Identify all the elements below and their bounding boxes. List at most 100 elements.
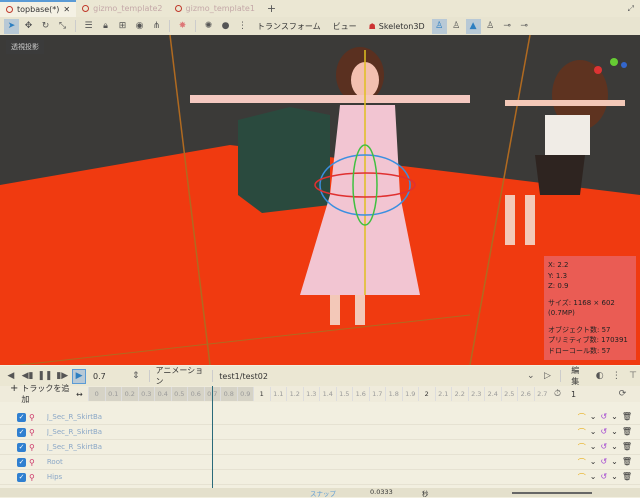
chevron-down-icon[interactable]: ⌄ (611, 457, 618, 468)
skeleton-menu[interactable]: ☗ Skeleton3D (364, 22, 430, 31)
pause-icon[interactable]: ❚❚ (37, 369, 52, 384)
interpolation-icon[interactable]: ⌒ (578, 427, 586, 438)
timeline-tick: 0.9 (236, 387, 253, 401)
interpolation-icon[interactable]: ⌒ (578, 442, 586, 453)
pin-icon[interactable]: ⊤ (626, 369, 640, 384)
timeline-tick: 1.5 (335, 387, 353, 401)
trash-icon[interactable]: 🗑︎ (622, 427, 632, 438)
play-icon[interactable]: ▶ (72, 368, 86, 384)
length-input[interactable]: 1 (565, 390, 615, 399)
chevron-down-icon[interactable]: ⌄ (590, 442, 597, 453)
interpolation-icon[interactable]: ⌒ (578, 412, 586, 423)
skeleton-icon: ☗ (368, 21, 376, 31)
bone-rest-icon[interactable]: ♙ (449, 19, 464, 34)
bone-icon: ⚲ (29, 442, 35, 452)
trash-icon[interactable]: 🗑︎ (622, 412, 632, 423)
bone-select-icon[interactable]: ♙ (431, 18, 447, 34)
timeline-tick: 1.7 (368, 387, 386, 401)
move-tool-icon[interactable]: ✥ (21, 19, 36, 34)
track-checkbox[interactable]: ✓ (17, 442, 26, 452)
snap-icon[interactable]: ⋔ (149, 19, 164, 34)
timeline-tick: 1 (253, 387, 270, 401)
play-from-start-icon[interactable]: ▮▶ (55, 369, 69, 384)
chevron-down-icon[interactable]: ⌄ (590, 412, 597, 423)
bone-move-icon[interactable]: ▲ (465, 18, 481, 34)
chevron-down-icon[interactable]: ⌄ (611, 427, 618, 438)
play-backward-from-end-icon[interactable]: ◀▮ (21, 369, 35, 384)
timeline-ruler[interactable]: 00.10.20.30.40.50.60.70.80.911.11.21.31.… (88, 387, 550, 401)
more-icon[interactable]: ⋮ (235, 19, 250, 34)
tab-gizmo-template1[interactable]: gizmo_template1 (169, 0, 261, 17)
onion-skin-icon[interactable]: ◐ (593, 369, 607, 384)
edit-menu[interactable]: 編集 (567, 365, 590, 387)
trash-icon[interactable]: 🗑︎ (622, 472, 632, 483)
zoom-slider[interactable] (512, 492, 592, 494)
tab-topbase[interactable]: topbase(*) ✕ (0, 0, 77, 17)
green-box (238, 107, 330, 213)
track-row[interactable]: ✓ ⚲ J_Sec_R_SkirtBa ⌒ ⌄ ↺ ⌄ 🗑︎ (0, 425, 640, 440)
track-checkbox[interactable]: ✓ (17, 427, 26, 437)
sun-icon[interactable]: ✸ (175, 19, 190, 34)
rotate-tool-icon[interactable]: ↻ (38, 19, 53, 34)
more-icon[interactable]: ⋮ (610, 369, 624, 384)
loop-mode-icon[interactable]: ↺ (600, 427, 607, 438)
play-backward-icon[interactable]: ◀ (4, 369, 18, 384)
interpolation-icon[interactable]: ⌒ (578, 457, 586, 468)
chevron-down-icon[interactable]: ⌄ (611, 412, 618, 423)
key-icon[interactable]: ⊸ (500, 19, 515, 34)
bone-pose-icon[interactable]: ♙ (483, 19, 498, 34)
track-checkbox[interactable]: ✓ (17, 457, 26, 467)
track-row[interactable]: ✓ ⚲ Root ⌒ ⌄ ↺ ⌄ 🗑︎ (0, 455, 640, 470)
scale-tool-icon[interactable]: ⤡ (55, 19, 70, 34)
trash-icon[interactable]: 🗑︎ (622, 457, 632, 468)
timeline-tick: 1.3 (302, 387, 320, 401)
chevron-down-icon[interactable]: ⌄ (590, 457, 597, 468)
chevron-down-icon[interactable]: ⌄ (524, 369, 538, 384)
time-input[interactable]: 0.7 (89, 372, 126, 381)
zoom-fit-icon[interactable]: ↔ (76, 390, 88, 399)
light-icon[interactable]: ✺ (201, 19, 216, 34)
trash-icon[interactable]: 🗑︎ (622, 442, 632, 453)
bottom-bar: スナップ 0.0333 秒 (0, 488, 640, 498)
track-checkbox[interactable]: ✓ (17, 472, 26, 482)
timeline-tick: 2.4 (484, 387, 501, 401)
local-space-icon[interactable]: ◉ (132, 19, 147, 34)
spinner-icon[interactable]: ⇕ (129, 369, 143, 384)
loop-mode-icon[interactable]: ↺ (600, 412, 607, 423)
autoplay-icon[interactable]: ▷ (541, 369, 555, 384)
bone-icon: ⚲ (29, 427, 35, 437)
loop-mode-icon[interactable]: ↺ (600, 457, 607, 468)
add-track-button[interactable]: + トラックを追加 (0, 383, 76, 405)
track-row[interactable]: ✓ ⚲ J_Sec_R_SkirtBa ⌒ ⌄ ↺ ⌄ 🗑︎ (0, 440, 640, 455)
add-tab-button[interactable]: + (261, 0, 282, 17)
chevron-down-icon[interactable]: ⌄ (611, 472, 618, 483)
environment-icon[interactable]: ● (218, 19, 233, 34)
timer-icon[interactable]: ⏱ (550, 387, 565, 402)
group-icon[interactable]: ⊞ (115, 19, 130, 34)
chevron-down-icon[interactable]: ⌄ (590, 427, 597, 438)
chevron-down-icon[interactable]: ⌄ (590, 472, 597, 483)
select-tool-icon[interactable]: ➤ (4, 18, 19, 34)
track-row[interactable]: ✓ ⚲ J_Sec_R_SkirtBa ⌒ ⌄ ↺ ⌄ 🗑︎ (0, 410, 640, 425)
animation-select[interactable]: test1/test02 (219, 372, 521, 381)
perspective-button[interactable]: 透視投影 (6, 40, 44, 54)
transform-menu[interactable]: トランスフォーム (252, 21, 326, 32)
tab-gizmo-template2[interactable]: gizmo_template2 (76, 0, 168, 17)
3d-viewport[interactable]: 透視投影 X: 2.2 Y: 1.3 Z: 0.9 サイズ: 1168 × 60… (0, 35, 640, 365)
loop-icon[interactable]: ⟳ (615, 387, 630, 402)
chevron-down-icon[interactable]: ⌄ (611, 442, 618, 453)
snap-input[interactable]: 0.0333 (370, 488, 393, 496)
scene-icon (82, 5, 90, 12)
interpolation-icon[interactable]: ⌒ (578, 472, 586, 483)
view-menu[interactable]: ビュー (328, 21, 362, 32)
key-insert-icon[interactable]: ⊸ (517, 19, 532, 34)
list-icon[interactable]: ☰ (81, 19, 96, 34)
lock-icon[interactable]: 🔒︎ (98, 19, 113, 34)
close-icon[interactable]: ✕ (63, 5, 70, 14)
loop-mode-icon[interactable]: ↺ (600, 472, 607, 483)
fullscreen-icon[interactable]: ⤢ (628, 4, 640, 14)
playhead[interactable] (211, 386, 213, 488)
track-row[interactable]: ✓ ⚲ Hips ⌒ ⌄ ↺ ⌄ 🗑︎ (0, 470, 640, 485)
track-checkbox[interactable]: ✓ (17, 412, 26, 422)
loop-mode-icon[interactable]: ↺ (600, 442, 607, 453)
